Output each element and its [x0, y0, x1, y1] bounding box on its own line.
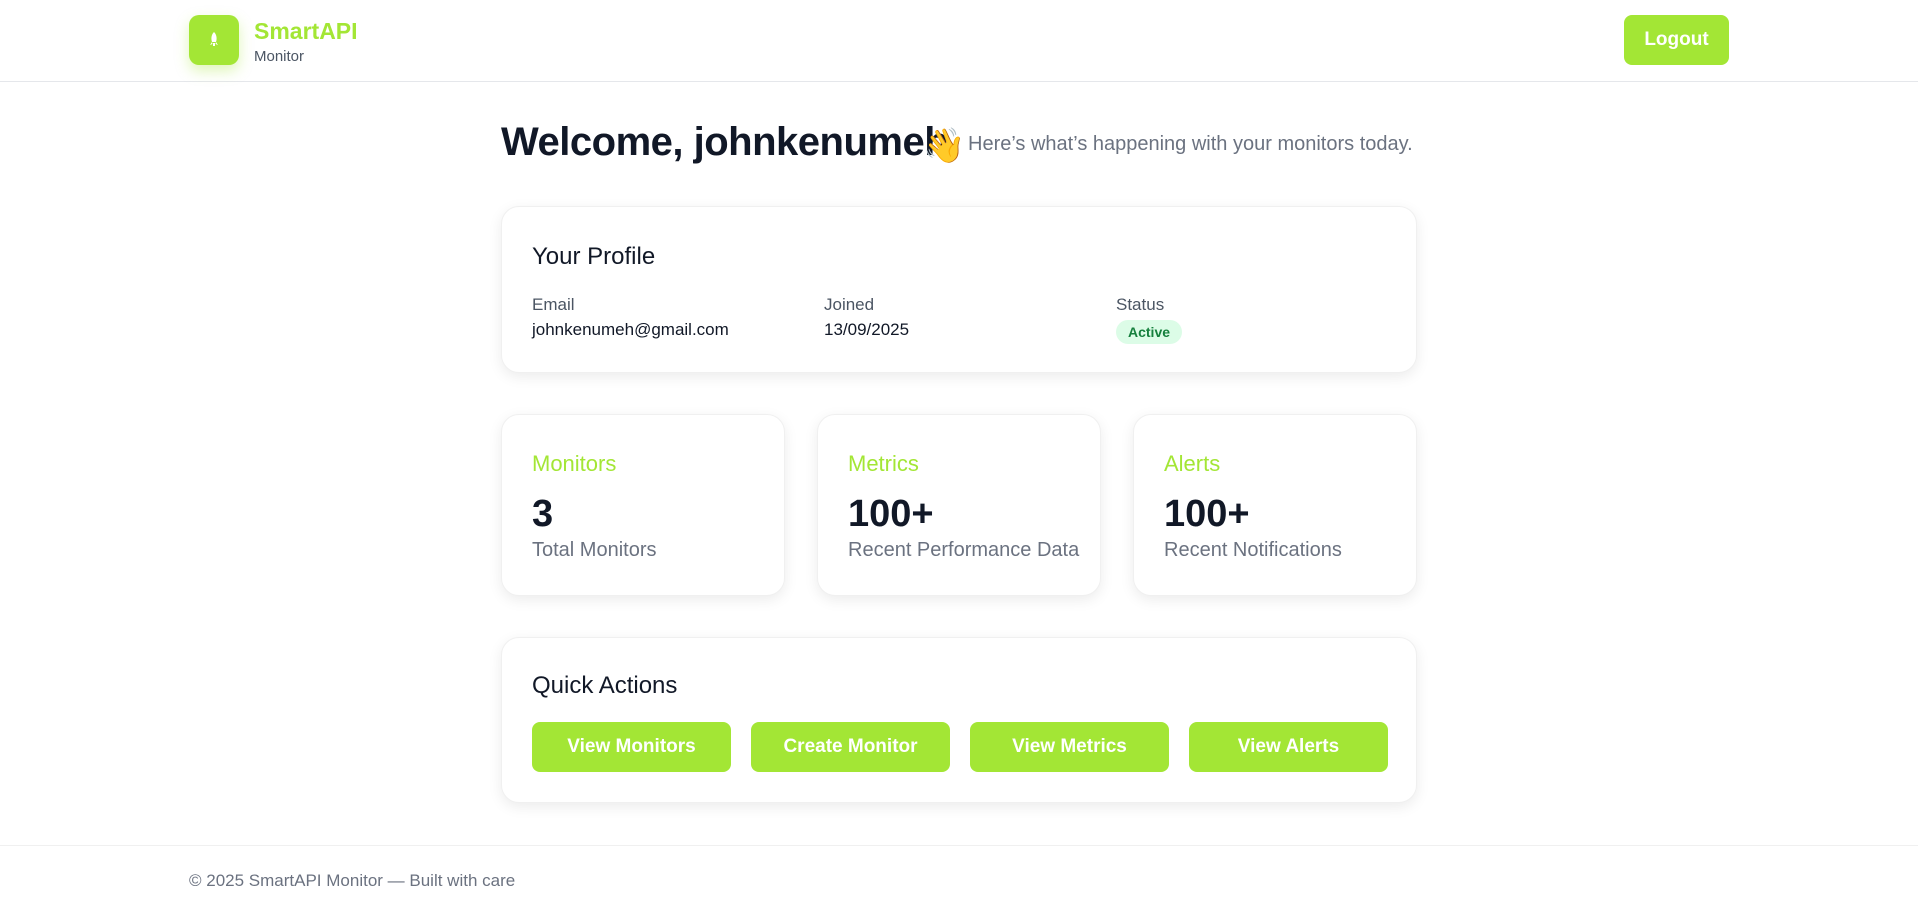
stat-value: 100+: [848, 493, 934, 535]
footer-text: © 2025 SmartAPI Monitor — Built with car…: [189, 871, 516, 890]
email-label: Email: [532, 295, 575, 314]
top-header: SmartAPI Monitor Logout: [0, 0, 1918, 82]
view-alerts-button[interactable]: View Alerts: [1189, 722, 1388, 772]
stat-title: Alerts: [1164, 451, 1221, 476]
brand-subtitle: Monitor: [254, 48, 305, 65]
status-label: Status: [1116, 295, 1165, 314]
stat-card-alerts: Alerts 100+ Recent Notifications: [1133, 414, 1417, 596]
quick-actions-card: Quick Actions View Monitors Create Monit…: [501, 637, 1417, 803]
stat-description: Total Monitors: [532, 539, 657, 561]
stat-title: Metrics: [848, 451, 919, 476]
stat-description: Recent Performance Data: [848, 539, 1080, 561]
wave-icon: 👋: [923, 127, 966, 165]
brand-name: SmartAPI: [254, 18, 358, 44]
view-metrics-button[interactable]: View Metrics: [970, 722, 1169, 772]
status-badge: Active: [1116, 320, 1183, 344]
stat-card-metrics: Metrics 100+ Recent Performance Data: [817, 414, 1101, 596]
rocket-icon: [210, 32, 218, 46]
view-monitors-button[interactable]: View Monitors: [532, 722, 731, 772]
create-monitor-button[interactable]: Create Monitor: [751, 722, 950, 772]
email-value: johnkenumeh@gmail.com: [532, 320, 729, 339]
footer: © 2025 SmartAPI Monitor — Built with car…: [0, 845, 1918, 908]
page-title: Welcome, johnkenumeh: [501, 120, 949, 164]
stat-title: Monitors: [532, 451, 617, 476]
profile-card: Your Profile Email johnkenumeh@gmail.com…: [501, 206, 1417, 373]
stat-card-monitors: Monitors 3 Total Monitors: [501, 414, 785, 596]
stat-description: Recent Notifications: [1164, 539, 1342, 561]
profile-title: Your Profile: [532, 243, 656, 270]
stat-value: 3: [532, 493, 554, 535]
logout-button[interactable]: Logout: [1624, 15, 1729, 65]
joined-label: Joined: [824, 295, 875, 314]
quick-actions-title: Quick Actions: [532, 672, 678, 699]
stat-value: 100+: [1164, 493, 1250, 535]
logo[interactable]: [189, 15, 239, 65]
page-subtitle: Here’s what’s happening with your monito…: [968, 133, 1413, 155]
joined-value: 13/09/2025: [824, 320, 910, 339]
